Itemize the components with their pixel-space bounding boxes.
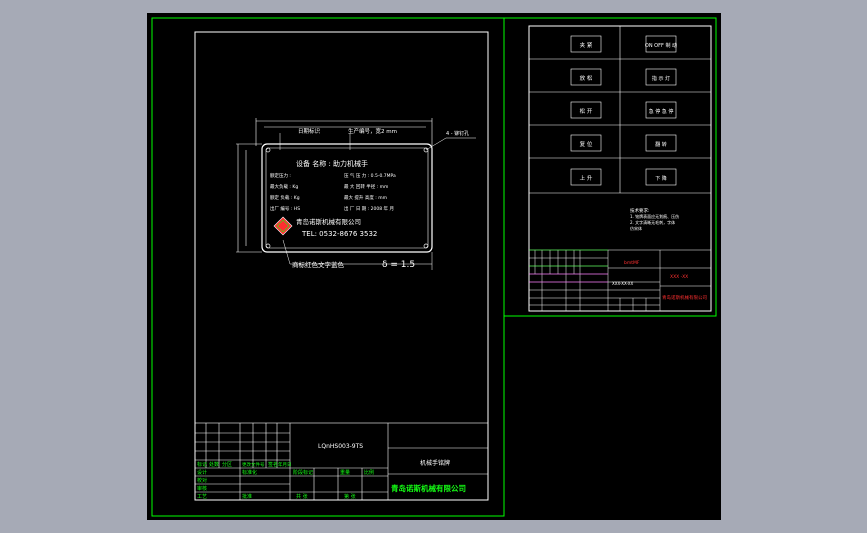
nameplate-row3-right: 最 大 回转 半径 : mm [344, 183, 388, 190]
title-block-date-label: 年月日 [278, 461, 292, 468]
button-label-left: 夹 紧 [580, 41, 593, 49]
tech-notes-line1: 1. 铭牌表面应无划痕、压伤 [630, 213, 679, 219]
right-title-code: XXX-XX-XX [612, 281, 634, 286]
title-block-company: 青岛诺斯机械有限公司 [391, 483, 466, 493]
title-block-checker-label: 校对 [197, 477, 207, 484]
drawing-number: LQnHS003-9TS [318, 443, 363, 450]
nameplate-tel: TEL: 0532-8676 3532 [301, 230, 377, 238]
button-labels-grid [529, 26, 711, 194]
drawing-name: 机械手铭牌 [420, 459, 450, 467]
button-label-left: 放 松 [580, 74, 593, 82]
rivet-hole [265, 147, 271, 153]
nameplate-row5-left: 出厂 编号 : HS [270, 205, 300, 212]
nameplate-rivet-note: 4 - 铆钉孔 [446, 130, 469, 137]
nameplate-drawing [236, 118, 476, 270]
right-title-red-label2: XXX -XX [670, 274, 688, 280]
title-block-approve-label: 批准 [242, 493, 252, 500]
nameplate-device-name: 设备 名称 : 助力机械手 [296, 159, 368, 168]
button-label-right: 下 降 [655, 175, 667, 182]
button-label-right: 翻 转 [655, 141, 667, 148]
nameplate-row3-left: 最大负载 : Kg [270, 183, 298, 190]
title-block-weight-label: 重量 [340, 469, 350, 476]
title-block-change-doc-label: 更改文件号 [242, 461, 265, 468]
rivet-hole [265, 243, 271, 249]
button-label-left: 复 位 [580, 140, 593, 148]
nameplate-serial-label: 生产编号，宽2 mm [348, 127, 397, 135]
tech-notes-title: 技术要求: [630, 207, 650, 214]
right-title-red-label: bmtMF [624, 260, 640, 266]
title-block-sheets-label: 共 张 [296, 493, 308, 500]
title-block-stage-label: 阶段标记 [293, 469, 313, 476]
title-block-sign-label: 签名 [268, 461, 278, 468]
title-block-standard-label: 标准化 [242, 469, 257, 476]
nameplate-color-callout: 商标红色文字蓝色 [292, 260, 345, 269]
nameplate-row2-right: 压 气 压 力 : 0.5-0.7MPa [344, 172, 396, 179]
title-block-zone-label: 分区 [222, 461, 232, 468]
title-block-reviewer-label: 审核 [197, 485, 207, 492]
title-block-scale-label: 比例 [364, 469, 374, 476]
title-block-sheet-label: 第 张 [344, 493, 356, 500]
button-label-right: 指 示 灯 [652, 75, 670, 82]
right-sheet-outer-frame [503, 17, 717, 317]
button-label-left: 松 开 [580, 107, 593, 115]
title-block-qty-label: 处数 [209, 461, 219, 468]
nameplate-date-label: 日期标识 [298, 127, 321, 135]
tech-notes-line3: 仿宋体 [630, 225, 642, 231]
button-label-right: ON OFF 制 动 [645, 42, 677, 49]
tech-notes-line2: 2. 文字清晰无毛刺，字体 [630, 219, 675, 225]
right-title-company: 青岛诺斯机械有限公司 [662, 294, 707, 301]
nameplate-thickness: δ = 1.5 [382, 260, 415, 270]
nameplate-row2-left: 额定压力 : [270, 172, 291, 179]
nameplate-row4-right: 最大 提升 高度 : mm [344, 194, 387, 201]
cad-drawing: 日期标识 生产编号，宽2 mm 4 - 铆钉孔 设备 名称 : 助力机械手 额定… [151, 17, 717, 517]
nameplate-row5-right: 出 厂 日 期 : 2008 年 月 [344, 205, 394, 212]
nameplate-row4-left: 额定 负载 : Kg [270, 194, 300, 201]
title-block-designer-label: 设计 [197, 469, 207, 476]
title-block-process-label: 工艺 [197, 494, 207, 500]
button-label-left: 上 升 [580, 174, 593, 182]
button-label-right: 急 停 急 停 [649, 108, 674, 115]
rivet-hole [423, 243, 429, 249]
nameplate-company-name: 青岛诺斯机械有限公司 [296, 217, 361, 226]
title-block-mark-label: 标记 [197, 461, 207, 468]
